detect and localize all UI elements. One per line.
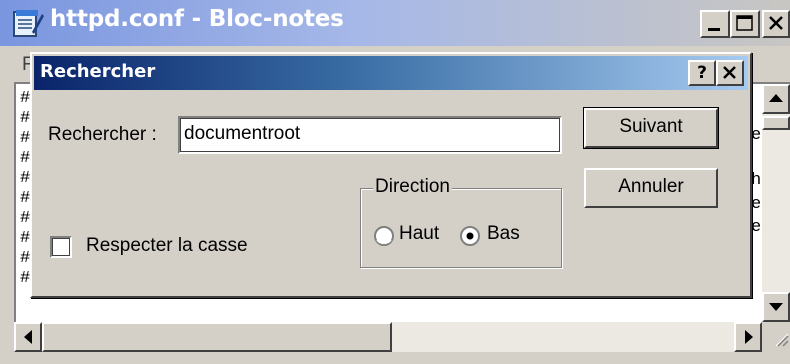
dialog-close-button[interactable] — [716, 60, 744, 86]
maximize-button[interactable] — [730, 10, 760, 38]
text-line: # — [20, 189, 31, 208]
text-fragment: h — [751, 171, 762, 190]
find-dialog: Rechercher ? Rechercher : documentroot S… — [30, 52, 752, 298]
arrow-down-icon — [769, 303, 783, 311]
text-line: # — [20, 269, 31, 288]
text-line: # — [20, 229, 31, 248]
arrow-left-icon — [24, 330, 32, 344]
maximize-icon — [736, 15, 753, 31]
notepad-icon — [12, 8, 44, 38]
help-button[interactable]: ? — [688, 60, 716, 86]
notepad-titlebar[interactable]: httpd.conf - Bloc-notes — [0, 0, 790, 46]
close-icon — [723, 66, 736, 79]
radio-down[interactable] — [459, 225, 481, 247]
size-grip[interactable] — [762, 322, 790, 352]
text-line: # — [20, 209, 31, 228]
dialog-titlebar[interactable]: Rechercher ? — [34, 56, 748, 90]
vertical-scroll-thumb[interactable] — [762, 116, 790, 130]
scroll-up-button[interactable] — [762, 84, 790, 114]
horizontal-scrollbar[interactable] — [14, 322, 762, 352]
find-input[interactable]: documentroot — [178, 116, 562, 154]
minimize-button[interactable] — [700, 10, 730, 38]
text-line: # — [20, 129, 31, 148]
text-fragment: e — [751, 126, 762, 145]
direction-group: Direction Haut Bas — [360, 176, 562, 268]
minimize-icon — [708, 28, 720, 31]
scroll-left-button[interactable] — [14, 322, 42, 352]
radio-down-label[interactable]: Bas — [487, 223, 520, 245]
scroll-right-button[interactable] — [734, 322, 762, 352]
window-bottom-border — [0, 352, 790, 364]
vertical-scrollbar[interactable] — [762, 84, 790, 322]
notepad-title: httpd.conf - Bloc-notes — [50, 6, 344, 32]
find-next-button[interactable]: Suivant — [583, 107, 719, 149]
arrow-right-icon — [745, 330, 753, 344]
radio-up[interactable] — [373, 225, 395, 247]
find-label: Rechercher : — [48, 124, 157, 145]
arrow-up-icon — [769, 94, 783, 102]
match-case-checkbox[interactable] — [50, 236, 72, 258]
text-line: # — [20, 249, 31, 268]
dialog-title: Rechercher — [40, 61, 156, 82]
text-line: # — [20, 109, 31, 128]
scroll-down-button[interactable] — [762, 292, 790, 322]
text-line: # — [20, 149, 31, 168]
help-icon: ? — [697, 63, 707, 83]
text-line: # — [20, 89, 31, 108]
resize-grip-icon — [775, 333, 789, 347]
match-case-label[interactable]: Respecter la casse — [86, 235, 248, 257]
close-icon — [769, 16, 783, 30]
text-line: # — [20, 169, 31, 188]
horizontal-scroll-thumb[interactable] — [42, 322, 392, 352]
direction-legend: Direction — [373, 176, 452, 198]
radio-up-label[interactable]: Haut — [399, 223, 439, 245]
close-button[interactable] — [762, 10, 790, 38]
cancel-button[interactable]: Annuler — [584, 168, 718, 208]
